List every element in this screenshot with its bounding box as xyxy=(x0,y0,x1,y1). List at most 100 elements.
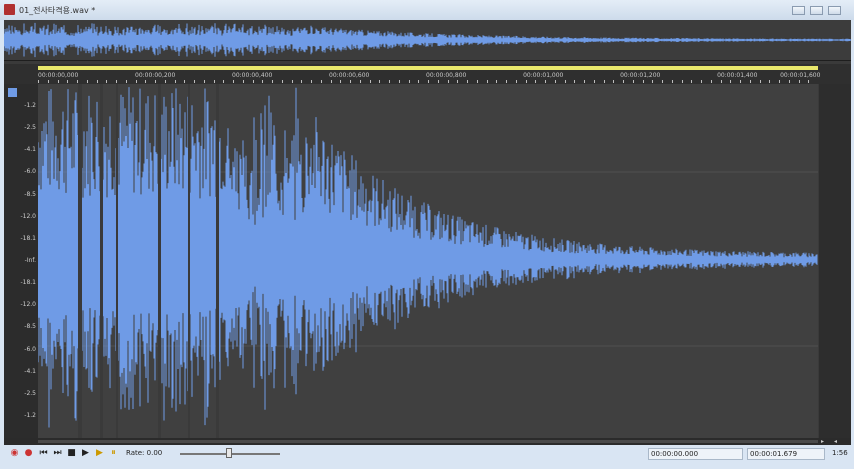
ruler-tick xyxy=(447,80,449,83)
ruler-tick xyxy=(759,80,761,83)
level-label: -2.5 xyxy=(24,389,36,397)
level-label: -18.1 xyxy=(20,234,36,242)
ruler-tick xyxy=(291,80,293,83)
ruler-tick xyxy=(252,80,254,83)
ruler-tick xyxy=(691,80,693,83)
overview-waveform-svg xyxy=(3,22,851,58)
go-to-start-icon[interactable]: ⏮ xyxy=(38,448,49,459)
ruler-tick xyxy=(554,80,556,83)
pause-icon[interactable]: ⏸ xyxy=(108,448,119,459)
record-icon[interactable]: ● xyxy=(23,448,34,459)
waveform-svg xyxy=(37,84,818,438)
ruler-tick xyxy=(428,80,429,83)
ruler-tick xyxy=(613,80,615,83)
cursor-position-field[interactable]: 00:00:00.000 xyxy=(648,448,743,460)
waveform xyxy=(37,84,818,438)
ruler-tick xyxy=(779,80,780,83)
loop-icon[interactable]: ◉ xyxy=(9,448,20,459)
level-label: -12.0 xyxy=(20,301,36,309)
ruler-tick xyxy=(174,80,176,83)
zoom-ratio: 1:56 xyxy=(832,449,848,457)
ruler-tick xyxy=(330,80,332,83)
level-label: -2.5 xyxy=(24,124,36,132)
ruler-tick xyxy=(710,80,712,83)
waveform-gap xyxy=(158,84,161,438)
overview-waveform[interactable] xyxy=(3,20,851,61)
ruler-tick xyxy=(574,80,576,83)
channel-icon[interactable] xyxy=(8,88,17,97)
overview-wave xyxy=(3,22,851,58)
zoom-out-icon[interactable]: ◂ xyxy=(834,438,842,445)
ruler-tick xyxy=(155,80,156,83)
ruler-tick xyxy=(749,80,751,83)
ruler-tick xyxy=(701,80,702,83)
level-label: -1.2 xyxy=(24,102,36,109)
ruler-tick xyxy=(535,80,537,83)
ruler-tick xyxy=(272,80,273,83)
waveform-area[interactable] xyxy=(37,84,818,438)
ruler-tick xyxy=(281,80,283,83)
ruler-tick xyxy=(662,80,663,83)
selection-length-field[interactable]: 00:00:01.679 xyxy=(747,448,825,460)
level-label: -12.0 xyxy=(20,212,36,220)
ruler-tick xyxy=(437,80,439,83)
level-label: -6.0 xyxy=(24,345,36,353)
ruler-tick xyxy=(467,80,468,83)
ruler-tick xyxy=(496,80,498,83)
waveform-gap xyxy=(100,84,103,438)
zoom-in-icon[interactable]: ▸ xyxy=(821,438,829,445)
ruler-tick xyxy=(242,80,244,83)
ruler-tick xyxy=(57,80,59,83)
ruler-tick xyxy=(486,80,488,83)
sound-forge-window: 01_전사타격용.wav * ▪ ▸ 00:00:00,00000:00:00,… xyxy=(0,0,854,469)
scroll-thumb[interactable] xyxy=(38,440,818,443)
title-bar[interactable]: 01_전사타격용.wav * xyxy=(0,0,854,20)
ruler-tick xyxy=(164,80,166,83)
horizontal-scrollbar[interactable]: ▸ ◂ xyxy=(4,438,851,445)
stop-icon[interactable]: ■ xyxy=(66,448,77,459)
ruler-tick xyxy=(223,80,225,83)
restore-button[interactable] xyxy=(810,6,823,15)
ruler-tick xyxy=(457,80,459,83)
ruler-tick xyxy=(301,80,303,83)
play-icon[interactable]: ▶ xyxy=(80,448,91,459)
ruler-tick xyxy=(106,80,108,83)
ruler-tick xyxy=(233,80,234,83)
level-ruler: -1.2 -2.5 -4.1 -6.0 -8.5 -12.0 -18.1 -Inf. -18.1… xyxy=(4,84,38,438)
level-label: -4.1 xyxy=(24,367,36,375)
waveform-gap xyxy=(78,84,82,438)
close-button[interactable] xyxy=(828,6,841,15)
ruler-tick xyxy=(671,80,673,83)
ruler-tick xyxy=(720,80,722,83)
ruler-tick xyxy=(515,80,517,83)
ruler-tick xyxy=(652,80,654,83)
ruler-tick xyxy=(369,80,371,83)
ruler-tick xyxy=(769,80,771,83)
ruler-tick xyxy=(135,80,137,83)
ruler-tick xyxy=(798,80,800,83)
ruler-tick xyxy=(38,80,39,83)
ruler-tick xyxy=(194,80,195,83)
rate-slider-thumb[interactable] xyxy=(226,448,232,458)
level-label: -4.1 xyxy=(24,146,36,154)
go-to-end-icon[interactable]: ⏭ xyxy=(52,448,63,459)
ruler-tick xyxy=(584,80,585,83)
ruler-tick-label: 00:00:01,200 xyxy=(620,72,661,79)
ruler-tick xyxy=(603,80,605,83)
selection-bar[interactable] xyxy=(38,66,818,70)
ruler-tick xyxy=(545,80,546,83)
ruler-tick xyxy=(96,80,98,83)
minimize-button[interactable] xyxy=(792,6,805,15)
level-label: -18.1 xyxy=(20,279,36,287)
ruler-tick xyxy=(77,80,78,83)
ruler-tick xyxy=(116,80,117,83)
ruler-tick xyxy=(340,80,342,83)
waveform-gap xyxy=(116,84,118,438)
ruler-tick xyxy=(320,80,322,83)
time-ruler[interactable]: 00:00:00,000 00:00:00,200 00:00:00,400 00:0… xyxy=(4,64,851,84)
transport-bar: ◉ ● ⏮ ⏭ ■ ▶ ▶ ⏸ Rate: 0.00 00:00:00.000 … xyxy=(4,445,851,463)
play-all-icon[interactable]: ▶ xyxy=(94,448,105,459)
vertical-scroll-area[interactable] xyxy=(819,84,851,438)
ruler-tick xyxy=(47,80,49,83)
window-title: 01_전사타격용.wav * xyxy=(19,6,96,15)
